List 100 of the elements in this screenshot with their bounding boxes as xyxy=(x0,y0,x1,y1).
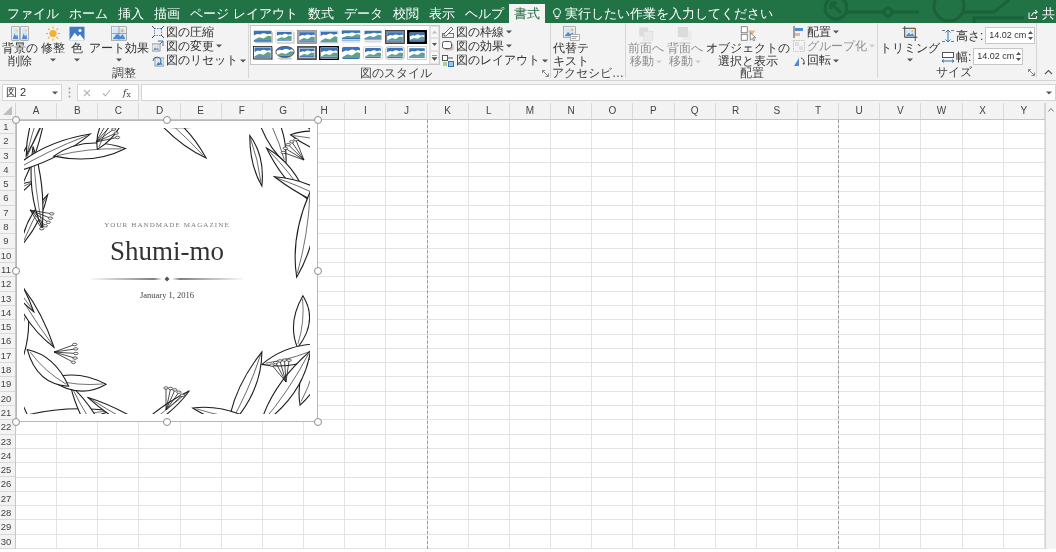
resize-handle[interactable] xyxy=(12,418,20,426)
ribbon-tab[interactable]: ファイル xyxy=(2,4,64,23)
framed-picture-icon[interactable] xyxy=(319,46,339,60)
ribbon-tab[interactable]: ヘルプ xyxy=(459,4,509,23)
ribbon-button[interactable]: オブジェクトの 選択と表示 xyxy=(705,25,791,68)
column-header[interactable]: B xyxy=(57,103,99,119)
row-header[interactable]: 20 xyxy=(0,391,15,406)
row-header[interactable]: 24 xyxy=(0,448,15,464)
ribbon-button[interactable]: 背景の 削除 xyxy=(1,25,39,68)
ribbon-tab[interactable]: ホーム xyxy=(64,4,113,23)
row-header[interactable]: 28 xyxy=(0,506,15,521)
row-header[interactable]: 23 xyxy=(0,434,15,449)
row-header[interactable]: 17 xyxy=(0,348,15,364)
ribbon-tab[interactable]: 表示 xyxy=(423,4,460,23)
column-header[interactable]: S xyxy=(756,103,798,119)
resize-handle[interactable] xyxy=(12,267,20,275)
ribbon-tab[interactable]: 書式 xyxy=(508,4,545,23)
column-header[interactable]: X xyxy=(962,103,1004,119)
ribbon-button[interactable]: 色 xyxy=(67,25,87,62)
ribbon-tab[interactable]: 校閲 xyxy=(387,4,424,23)
more-icon[interactable] xyxy=(430,51,439,64)
size-field[interactable]: 14.02 cm xyxy=(973,48,1024,65)
ribbon-button[interactable]: 図の変更 xyxy=(151,39,247,54)
column-header[interactable]: F xyxy=(221,103,263,119)
column-header[interactable]: O xyxy=(592,103,634,119)
row-header[interactable]: 13 xyxy=(0,291,15,306)
column-header[interactable]: V xyxy=(880,103,922,119)
ribbon-button[interactable]: 図のレイアウト xyxy=(441,53,549,68)
column-header[interactable]: M xyxy=(509,103,552,119)
scroll-down-icon[interactable] xyxy=(430,38,439,51)
row-header[interactable]: 26 xyxy=(0,477,15,492)
column-header[interactable]: T xyxy=(797,103,840,119)
column-header[interactable]: G xyxy=(262,103,305,119)
framed-picture-icon[interactable] xyxy=(407,30,427,44)
framed-picture-icon[interactable] xyxy=(275,46,295,60)
tell-me-search[interactable]: 実行したい作業を入力してください xyxy=(548,4,777,23)
resize-handle[interactable] xyxy=(12,116,20,124)
column-header[interactable]: W xyxy=(921,103,963,119)
size-field[interactable]: 14.02 cm xyxy=(985,27,1036,44)
row-header[interactable]: 18 xyxy=(0,363,15,378)
row-header[interactable]: 14 xyxy=(0,305,15,321)
column-header[interactable]: K xyxy=(427,103,469,119)
collapse-ribbon-icon[interactable] xyxy=(1044,69,1053,75)
framed-picture-icon[interactable] xyxy=(297,46,317,60)
column-header[interactable]: U xyxy=(839,103,881,119)
ribbon-button[interactable]: 配置 xyxy=(792,25,876,40)
row-header[interactable]: 15 xyxy=(0,320,15,335)
ribbon-button[interactable]: 図の効果 xyxy=(441,39,549,54)
drag-handle-icon[interactable] xyxy=(68,87,71,98)
dialog-launcher-icon[interactable] xyxy=(542,69,549,77)
ribbon-button[interactable]: 代替テ キスト xyxy=(552,25,590,68)
framed-picture-icon[interactable] xyxy=(385,30,405,44)
column-header[interactable]: Y xyxy=(1003,103,1045,119)
column-header[interactable]: L xyxy=(468,103,510,119)
column-header[interactable]: P xyxy=(633,103,675,119)
ribbon-button[interactable]: 図のリセット xyxy=(151,53,247,68)
row-header[interactable]: 16 xyxy=(0,334,15,349)
row-header[interactable]: 27 xyxy=(0,491,15,506)
ribbon-button[interactable]: 修整 xyxy=(40,25,66,62)
row-header[interactable]: 25 xyxy=(0,463,15,478)
row-header[interactable]: 12 xyxy=(0,277,15,292)
row-header[interactable]: 19 xyxy=(0,377,15,392)
resize-handle[interactable] xyxy=(314,116,322,124)
dialog-launcher-icon[interactable] xyxy=(1028,69,1036,76)
ribbon-tab[interactable]: データ xyxy=(338,4,388,23)
column-header[interactable]: C xyxy=(98,103,140,119)
resize-handle[interactable] xyxy=(314,267,322,275)
row-header[interactable]: 8 xyxy=(0,220,15,235)
column-header[interactable]: I xyxy=(345,103,387,119)
ribbon-button[interactable]: 図の圧縮 xyxy=(151,25,247,40)
ribbon-button[interactable]: トリミング xyxy=(879,25,941,62)
resize-handle[interactable] xyxy=(163,116,171,124)
row-header[interactable]: 7 xyxy=(0,205,15,221)
column-header[interactable]: Q xyxy=(674,103,716,119)
row-header[interactable]: 3 xyxy=(0,148,15,163)
column-header[interactable]: R xyxy=(715,103,757,119)
resize-handle[interactable] xyxy=(163,418,171,426)
name-box[interactable]: 図 2 xyxy=(2,84,62,101)
share-button[interactable]: 共 xyxy=(1024,4,1056,23)
column-header[interactable]: N xyxy=(551,103,593,119)
ribbon-tab[interactable]: 数式 xyxy=(302,4,339,23)
ribbon-tab[interactable]: 挿入 xyxy=(113,4,149,23)
spin-arrows-icon[interactable] xyxy=(1016,51,1022,62)
vertical-scrollbar[interactable] xyxy=(1045,103,1056,549)
ribbon-button[interactable]: 図の枠線 xyxy=(441,25,549,40)
row-header[interactable]: 10 xyxy=(0,248,15,263)
ribbon-button[interactable]: 回転 xyxy=(792,53,876,68)
check-icon[interactable] xyxy=(101,88,111,97)
column-header[interactable]: J xyxy=(386,103,428,119)
row-header[interactable]: 4 xyxy=(0,162,15,178)
row-header[interactable]: 5 xyxy=(0,177,15,192)
ribbon-tab[interactable]: 描画 xyxy=(149,4,185,23)
framed-picture-icon[interactable] xyxy=(253,46,273,60)
column-header[interactable]: E xyxy=(180,103,222,119)
row-header[interactable]: 30 xyxy=(0,534,15,549)
resize-handle[interactable] xyxy=(314,418,322,426)
spin-arrows-icon[interactable] xyxy=(1028,30,1034,41)
ribbon-button[interactable]: アート効果 xyxy=(88,25,150,62)
row-header[interactable]: 6 xyxy=(0,191,15,206)
ribbon-tab[interactable]: ページ レイアウト xyxy=(185,4,303,23)
